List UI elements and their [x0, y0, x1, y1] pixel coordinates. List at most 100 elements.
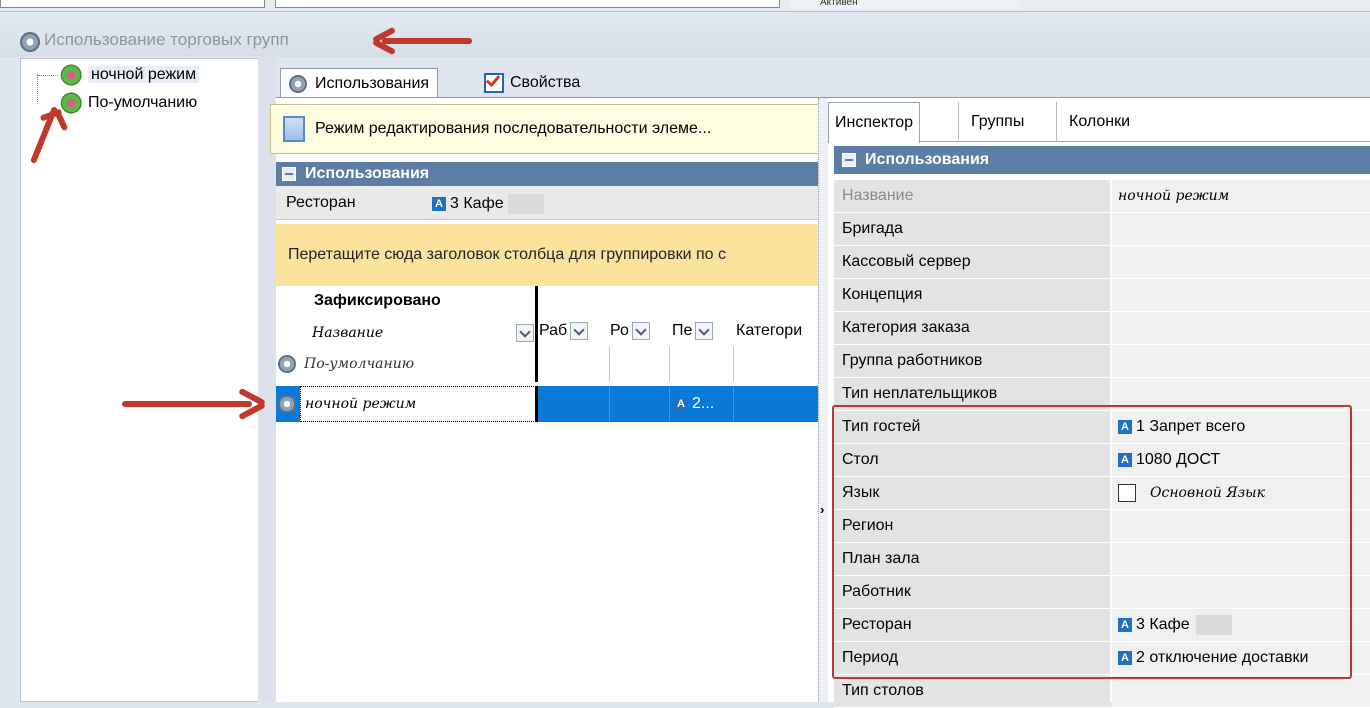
property-row[interactable]: Кассовый сервер [834, 246, 1370, 279]
tab-groups[interactable]: Группы [958, 102, 1024, 142]
property-row[interactable]: Ресторан A 3 Кафе [834, 609, 1370, 642]
drag-hint-text: Перетащите сюда заголовок столбца для гр… [288, 246, 726, 263]
property-value[interactable]: A 1 Запрет всего [1112, 411, 1370, 443]
cell-period: A 2... [670, 386, 734, 422]
tree-item-night-mode[interactable]: ночной режим [38, 64, 200, 86]
entity-icon: A [674, 397, 688, 411]
property-value[interactable] [1112, 675, 1370, 707]
edit-mode-banner[interactable]: Режим редактирования последовательности … [270, 104, 820, 154]
group-by-drop-area[interactable]: Перетащите сюда заголовок столбца для гр… [276, 224, 821, 286]
property-name: Название [834, 180, 1110, 212]
column-label: Название [312, 325, 384, 341]
property-value-text: 1080 ДОСТ [1136, 451, 1221, 468]
column-header-rab[interactable]: Раб [539, 322, 589, 340]
tab-label: Свойства [510, 74, 581, 91]
cell [610, 386, 670, 422]
property-row[interactable]: Регион [834, 510, 1370, 543]
tab-columns[interactable]: Колонки [1056, 102, 1130, 142]
property-name: Язык [834, 477, 1110, 509]
property-row[interactable]: Группа работников [834, 345, 1370, 378]
property-value[interactable]: A 2 отключение доставки [1112, 642, 1370, 674]
property-name: Категория заказа [834, 312, 1110, 344]
property-name: Бригада [834, 213, 1110, 245]
property-value[interactable]: A 3 Кафе [1112, 609, 1370, 641]
property-value-text: 1 Запрет всего [1136, 418, 1246, 435]
property-value[interactable] [1112, 345, 1370, 377]
column-header-category[interactable]: Категори [736, 322, 802, 340]
collapse-icon[interactable] [842, 153, 856, 167]
property-value[interactable] [1112, 576, 1370, 608]
property-name: План зала [834, 543, 1110, 575]
property-value[interactable]: A 1080 ДОСТ [1112, 444, 1370, 476]
property-row[interactable]: Тип гостей A 1 Запрет всего [834, 411, 1370, 444]
restaurant-filter-row[interactable]: Ресторан A 3 Кафе [276, 186, 821, 220]
top-field-status: Активен [790, 0, 1020, 9]
entity-icon: A [1118, 651, 1132, 665]
property-row[interactable]: Язык Основной Язык [834, 477, 1370, 510]
property-row[interactable]: Название ночной режим [834, 180, 1370, 213]
property-row[interactable]: План зала [834, 543, 1370, 576]
inspector-group-header[interactable]: Использования [834, 146, 1370, 174]
column-header-ro[interactable]: Ро [610, 322, 650, 340]
grid-inspector-splitter[interactable] [818, 98, 828, 702]
restaurant-value: A 3 Кафе [432, 194, 545, 214]
table-row[interactable]: По-умолчанию [276, 346, 821, 382]
column-label: Пе [672, 322, 693, 340]
property-row[interactable]: Тип столов [834, 675, 1370, 708]
redacted-block [508, 194, 545, 214]
cell [670, 346, 734, 382]
filter-dropdown-icon[interactable] [570, 322, 589, 340]
top-field-middle [275, 0, 780, 8]
property-row[interactable]: Категория заказа [834, 312, 1370, 345]
tree-item-label: ночной режим [88, 66, 200, 84]
group-header[interactable]: Использования [276, 162, 821, 186]
left-splitter[interactable] [258, 58, 276, 702]
property-row[interactable]: Тип неплательщиков [834, 378, 1370, 411]
tab-label: Использования [315, 75, 430, 92]
property-value[interactable] [1112, 378, 1370, 410]
usage-group-icon [58, 64, 82, 86]
filter-dropdown-icon[interactable] [516, 324, 534, 342]
top-field-left [0, 0, 265, 8]
column-label: Ро [610, 322, 629, 340]
cell-period-text: 2... [692, 395, 715, 412]
filter-dropdown-icon[interactable] [695, 322, 714, 340]
entity-icon: A [1118, 420, 1132, 434]
property-value[interactable] [1112, 543, 1370, 575]
property-value[interactable] [1112, 312, 1370, 344]
chevron-right-icon[interactable]: › [820, 502, 824, 517]
checkbox[interactable] [1118, 484, 1136, 502]
property-name: Период [834, 642, 1110, 674]
column-header-pe[interactable]: Пе [672, 322, 714, 340]
property-value[interactable] [1112, 213, 1370, 245]
column-header-name[interactable]: Название [312, 322, 534, 344]
property-name: Тип столов [834, 675, 1110, 707]
property-value-text: 2 отключение доставки [1136, 649, 1309, 666]
collapse-icon[interactable] [282, 167, 296, 181]
property-value[interactable] [1112, 279, 1370, 311]
usage-group-icon [58, 92, 82, 114]
property-value-text: ночной режим [1118, 188, 1230, 204]
property-name: Работник [834, 576, 1110, 608]
edit-mode-text: Режим редактирования последовательности … [315, 120, 712, 137]
property-value[interactable]: ночной режим [1112, 180, 1370, 212]
property-row[interactable]: Бригада [834, 213, 1370, 246]
entity-icon: A [1118, 618, 1132, 632]
property-row[interactable]: Концепция [834, 279, 1370, 312]
table-row-selected[interactable]: ночной режим A 2... [276, 386, 821, 422]
property-name: Группа работников [834, 345, 1110, 377]
property-row[interactable]: Стол A 1080 ДОСТ [834, 444, 1370, 477]
property-value[interactable] [1112, 246, 1370, 278]
filter-dropdown-icon[interactable] [631, 322, 650, 340]
tab-inspector[interactable]: Инспектор [828, 102, 921, 143]
property-row[interactable]: Работник [834, 576, 1370, 609]
tab-usages[interactable]: Использования [280, 68, 439, 99]
annotation-arrow [382, 38, 472, 44]
tree-item-default[interactable]: По-умолчанию [58, 92, 197, 114]
tab-properties[interactable]: Свойства [476, 68, 588, 98]
property-value[interactable] [1112, 510, 1370, 542]
restaurant-label: Ресторан [286, 194, 356, 211]
property-name: Концепция [834, 279, 1110, 311]
property-row[interactable]: Период A 2 отключение доставки [834, 642, 1370, 675]
property-value[interactable]: Основной Язык [1112, 477, 1370, 509]
